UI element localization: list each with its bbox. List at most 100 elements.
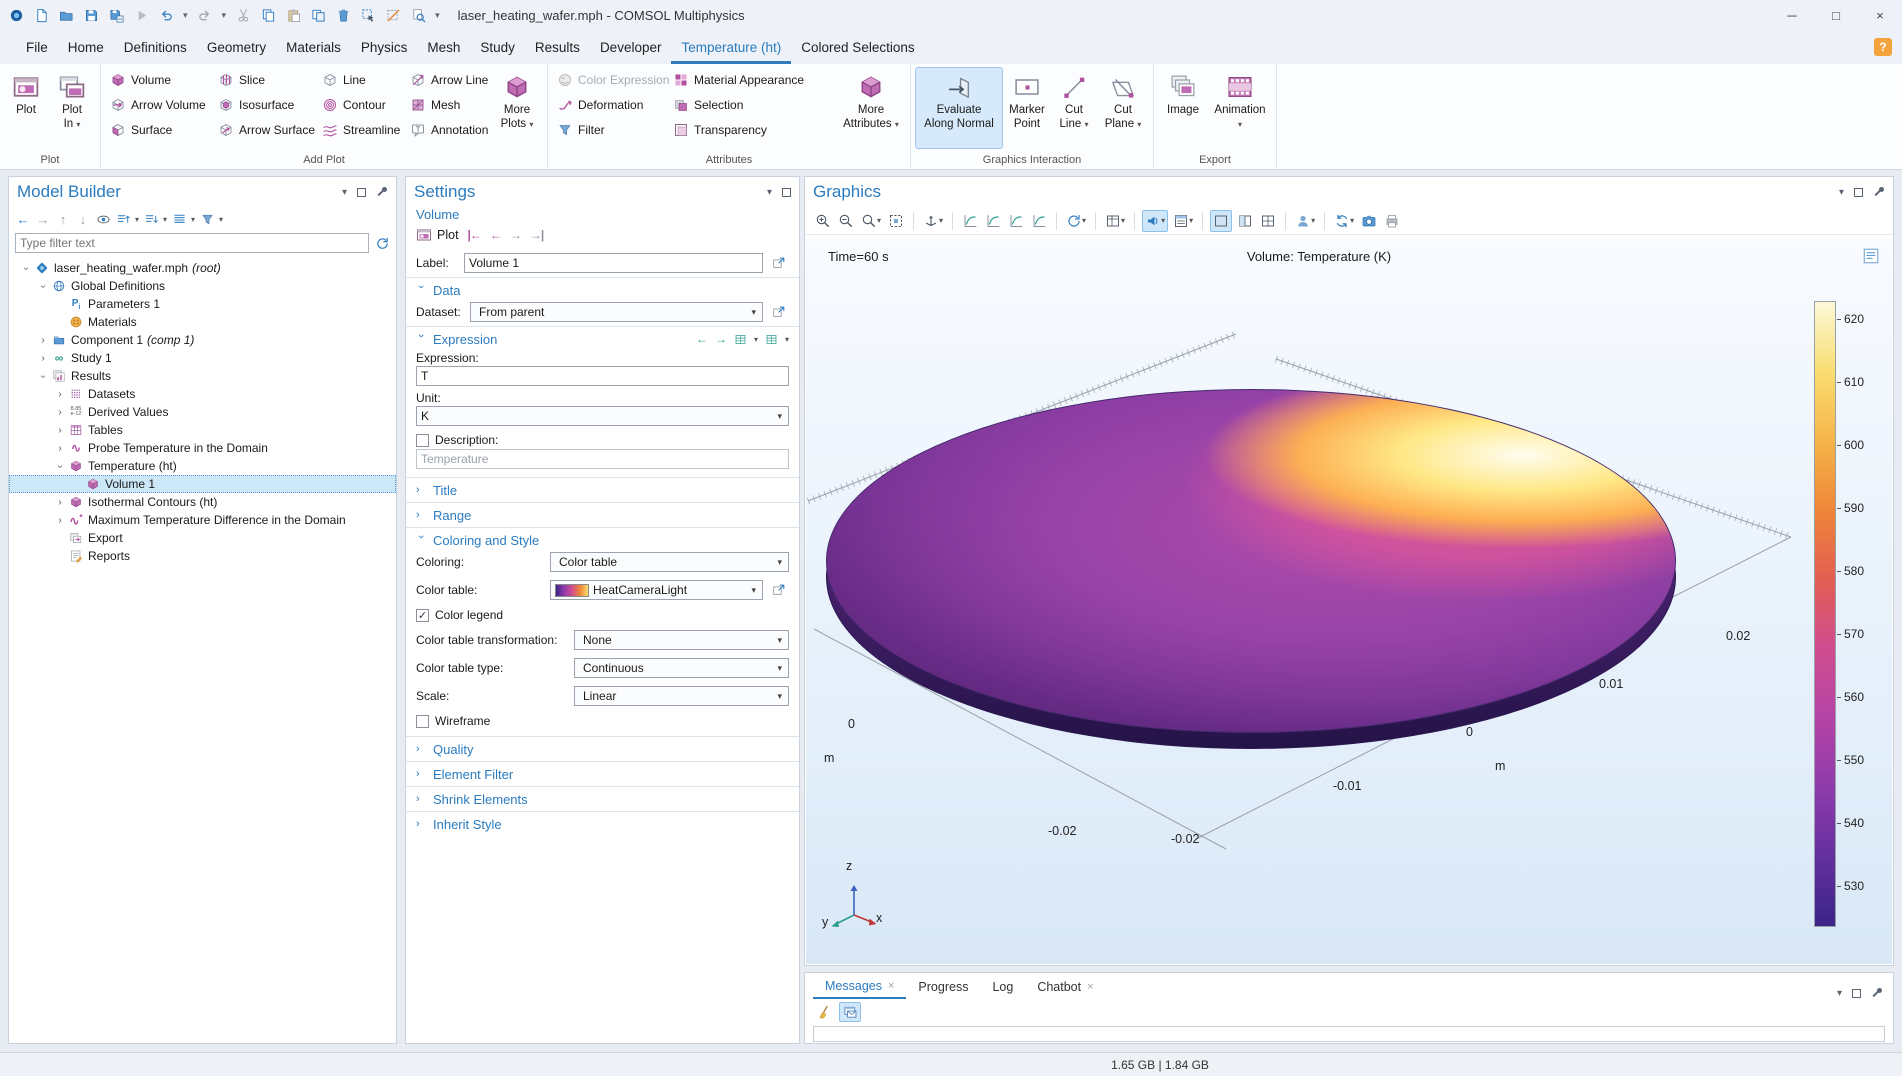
minimize-button[interactable]: ─ — [1770, 0, 1814, 30]
surface-button[interactable]: Surface — [105, 117, 213, 142]
deformation-button[interactable]: Deformation — [552, 92, 668, 117]
copy-icon[interactable] — [260, 7, 276, 23]
replace-expression-icon[interactable] — [734, 333, 747, 346]
pin-panel-icon[interactable] — [376, 186, 388, 198]
shrink-elements-section-header[interactable]: › Shrink Elements — [406, 787, 799, 811]
sync-menu-icon[interactable]: ▾ — [1332, 210, 1356, 232]
scale-select[interactable]: Linear ▾ — [574, 686, 789, 706]
select-box-icon[interactable] — [360, 7, 376, 23]
color-table-settings-icon[interactable] — [769, 580, 789, 600]
clear-selection-icon[interactable] — [385, 7, 401, 23]
tree-expander-icon[interactable]: › — [36, 353, 50, 364]
color-legend-checkbox[interactable]: ✓ — [416, 609, 429, 622]
last-plot-icon[interactable]: →| — [530, 228, 543, 242]
tree-item-datasets[interactable]: ›Datasets — [9, 385, 396, 403]
evaluate-along-normal-button[interactable]: EvaluateAlong Normal — [915, 67, 1003, 149]
snapshot-icon[interactable] — [1359, 210, 1379, 232]
refresh-icon[interactable] — [375, 236, 390, 251]
maximize-button[interactable]: □ — [1814, 0, 1858, 30]
layout-grid-icon[interactable] — [1258, 210, 1278, 232]
sound-menu-icon[interactable]: ▾ — [1142, 210, 1168, 232]
plot-in-button[interactable]: PlotIn ▾ — [48, 67, 96, 149]
tab-materials[interactable]: Materials — [276, 30, 351, 64]
go-to-source-icon[interactable] — [769, 302, 789, 322]
tab-developer[interactable]: Developer — [590, 30, 672, 64]
tree-expander-icon[interactable]: › — [53, 497, 67, 508]
chevron-down-icon[interactable]: ▾ — [191, 215, 195, 224]
data-section-header[interactable]: › Data — [406, 278, 799, 302]
tree-item-temperature-ht-[interactable]: ›Temperature (ht) — [9, 457, 396, 475]
tree-item-global-definitions[interactable]: ›Global Definitions — [9, 277, 396, 295]
tab-chatbot[interactable]: Chatbot× — [1025, 975, 1105, 999]
tree-expander-icon[interactable]: › — [53, 389, 67, 400]
zoom-out-icon[interactable] — [836, 210, 856, 232]
open-messages-window-icon[interactable] — [839, 1002, 861, 1022]
delete-icon[interactable] — [335, 7, 351, 23]
tab-progress[interactable]: Progress — [906, 975, 980, 999]
transparency-button[interactable]: Transparency — [668, 117, 836, 142]
more-plots-button[interactable]: MorePlots ▾ — [491, 67, 543, 149]
panel-menu-icon[interactable]: ▾ — [342, 187, 347, 198]
zoom-menu-icon[interactable]: ▾ — [859, 210, 883, 232]
tree-expander-icon[interactable]: › — [53, 407, 67, 418]
arrow-volume-button[interactable]: Arrow Volume — [105, 92, 213, 117]
tree-item-laser-heating-wafer-mph[interactable]: ›laser_heating_wafer.mph(root) — [9, 259, 396, 277]
description-input[interactable] — [416, 449, 789, 469]
arrow-line-button[interactable]: Arrow Line — [405, 67, 491, 92]
more-attributes-button[interactable]: MoreAttributes ▾ — [836, 67, 906, 149]
plot-first-icon[interactable] — [960, 210, 980, 232]
tree-item-component-1[interactable]: ›Component 1(comp 1) — [9, 331, 396, 349]
user-menu-icon[interactable]: ▾ — [1293, 210, 1317, 232]
undo-icon[interactable] — [158, 7, 174, 23]
dataset-select[interactable]: From parent ▾ — [470, 302, 763, 322]
tab-physics[interactable]: Physics — [351, 30, 418, 64]
undo-menu-icon[interactable]: ▾ — [183, 10, 188, 21]
rename-icon[interactable] — [769, 253, 789, 273]
move-down-icon[interactable]: ↓ — [75, 211, 91, 227]
filter-button[interactable]: Filter — [552, 117, 668, 142]
tab-log[interactable]: Log — [980, 975, 1025, 999]
insert-expression-icon[interactable] — [765, 333, 778, 346]
new-file-icon[interactable] — [33, 7, 49, 23]
color-expression-button[interactable]: Color Expression — [552, 67, 668, 92]
coloring-select[interactable]: Color table ▾ — [550, 552, 789, 572]
cut-plane-button[interactable]: CutPlane ▾ — [1097, 67, 1149, 149]
previous-plot-icon[interactable]: ← — [490, 228, 501, 242]
color-table-transformation-select[interactable]: None ▾ — [574, 630, 789, 650]
description-checkbox[interactable] — [416, 434, 429, 447]
back-icon[interactable]: ← — [15, 211, 31, 227]
tree-item-derived-values[interactable]: ›8.85e-12Derived Values — [9, 403, 396, 421]
range-section-header[interactable]: › Range — [406, 503, 799, 527]
comsol-logo-icon[interactable] — [8, 7, 24, 23]
tree-item-probe-temperature-in-the-domain[interactable]: ›∿Probe Temperature in the Domain — [9, 439, 396, 457]
mesh-button[interactable]: Mesh — [405, 92, 491, 117]
quality-section-header[interactable]: › Quality — [406, 737, 799, 761]
color-table-type-select[interactable]: Continuous ▾ — [574, 658, 789, 678]
previous-expression-icon[interactable]: ← — [696, 332, 708, 346]
tree-item-parameters-1[interactable]: PiParameters 1 — [9, 295, 396, 313]
layout-single-icon[interactable] — [1210, 210, 1232, 232]
redo-menu-icon[interactable]: ▾ — [222, 10, 227, 21]
save-icon[interactable] — [83, 7, 99, 23]
tree-filter-input[interactable] — [15, 233, 369, 253]
duplicate-icon[interactable] — [310, 7, 326, 23]
float-panel-icon[interactable] — [357, 188, 366, 197]
tree-item-export[interactable]: Export — [9, 529, 396, 547]
plot-last-icon[interactable] — [1029, 210, 1049, 232]
cut-line-button[interactable]: CutLine ▾ — [1051, 67, 1097, 149]
pin-panel-icon[interactable] — [1871, 987, 1883, 999]
panel-menu-icon[interactable]: ▾ — [767, 187, 772, 198]
next-plot-icon[interactable]: → — [510, 228, 521, 242]
tree-item-maximum-temperature-difference-in-the-domain[interactable]: ›∿*Maximum Temperature Difference in the… — [9, 511, 396, 529]
plot-next-icon[interactable] — [1006, 210, 1026, 232]
tree-expander-icon[interactable]: › — [36, 335, 50, 346]
tab-messages[interactable]: Messages× — [813, 975, 906, 999]
expand-menu-icon[interactable] — [115, 211, 131, 227]
annotation-button[interactable]: TAnnotation — [405, 117, 491, 142]
selection-button[interactable]: Selection — [668, 92, 836, 117]
tab-mesh[interactable]: Mesh — [417, 30, 470, 64]
close-button[interactable]: × — [1858, 0, 1902, 30]
collapse-menu-icon[interactable] — [143, 211, 159, 227]
slice-button[interactable]: Slice — [213, 67, 317, 92]
window-menu-icon[interactable]: ▾ — [1171, 210, 1195, 232]
